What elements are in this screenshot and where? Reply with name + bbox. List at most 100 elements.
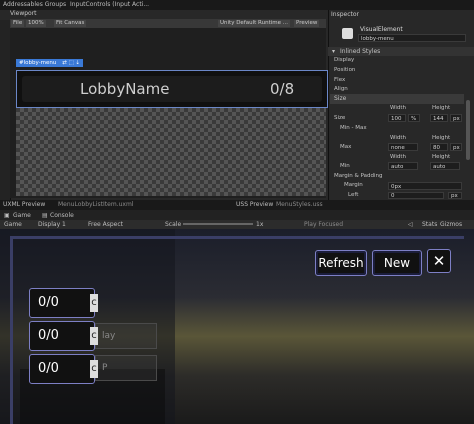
- new-button[interactable]: New: [372, 250, 422, 276]
- min-height-label: Height: [432, 154, 451, 160]
- slot-count-1: 0/0: [38, 295, 59, 310]
- tab-input-controls[interactable]: InputControls (Input Acti...: [70, 1, 149, 8]
- max-height-field[interactable]: 80: [430, 143, 448, 151]
- height-value: 144: [433, 116, 444, 122]
- tab-uss-preview[interactable]: USS Preview: [236, 201, 273, 208]
- margin-left-unit[interactable]: px: [448, 192, 462, 199]
- margin-left-field[interactable]: 0: [388, 192, 444, 199]
- viewport-title: Viewport: [10, 10, 37, 17]
- preview-tabs: UXML Preview MenuLobbyListItem.uxml USS …: [0, 200, 474, 210]
- selected-element-tag[interactable]: #lobby-menu ⇄ ⬚ ⇣: [16, 59, 84, 67]
- lobby-menu-element[interactable]: LobbyName 0/8: [16, 70, 328, 108]
- min-max-label: Min - Max: [340, 125, 367, 131]
- inspector-scrollbar[interactable]: [466, 100, 470, 160]
- ghost-label-2: P: [102, 363, 108, 373]
- uss-file-name: MenuStyles.uss: [276, 201, 323, 208]
- ghost-button-1: lay: [95, 323, 157, 349]
- scale-label: Scale: [165, 221, 182, 228]
- lobby-count-label: 0/8: [270, 80, 295, 98]
- tab-uxml-preview[interactable]: UXML Preview: [3, 201, 45, 208]
- lobby-list-item: LobbyName 0/8: [22, 76, 322, 102]
- max-height-value: 80: [433, 145, 440, 151]
- min-width-value: auto: [391, 164, 404, 170]
- slot-join-tab-2[interactable]: c: [90, 327, 98, 345]
- element-type-label: VisualElement: [360, 26, 403, 33]
- lobby-name-label: LobbyName: [80, 80, 170, 98]
- ghost-button-2: P: [95, 355, 157, 381]
- stats-button[interactable]: Stats: [422, 221, 437, 228]
- section-size-label: Size: [334, 95, 347, 102]
- max-height-unit[interactable]: px: [450, 143, 462, 151]
- margin-left-unit-value: px: [451, 193, 458, 199]
- selection-icons: ⇄ ⬚ ⇣: [62, 60, 81, 66]
- max-width-label: Width: [390, 135, 406, 141]
- min-height-value: auto: [433, 164, 446, 170]
- play-focused-dropdown[interactable]: Play Focused: [304, 221, 343, 228]
- margin-field[interactable]: 0px: [388, 182, 462, 190]
- ghost-label-1: lay: [102, 331, 116, 341]
- mute-icon[interactable]: ◁: [408, 221, 413, 228]
- selected-element-name: #lobby-menu: [19, 60, 57, 66]
- margin-label[interactable]: Margin: [344, 181, 363, 190]
- preview-button[interactable]: Preview: [294, 20, 320, 27]
- zoom-dropdown[interactable]: 100%: [26, 20, 46, 27]
- theme-dropdown[interactable]: Unity Default Runtime ...: [218, 20, 291, 27]
- file-menu[interactable]: File: [11, 20, 25, 27]
- slot-join-tab-1[interactable]: c: [90, 294, 98, 312]
- section-display[interactable]: Display: [334, 56, 354, 65]
- game-tab-bar: ▣ Game ▤ Console: [0, 210, 474, 220]
- display-dropdown[interactable]: Display 1: [38, 221, 66, 228]
- inlined-styles-header[interactable]: ▾ Inlined Styles: [328, 47, 474, 56]
- max-width-field[interactable]: none: [388, 143, 418, 151]
- lobby-slot-1[interactable]: 0/0 c: [29, 288, 98, 318]
- gizmos-button[interactable]: Gizmos: [440, 221, 462, 228]
- width-unit[interactable]: %: [408, 114, 420, 122]
- margin-value: 0px: [391, 184, 402, 190]
- foldout-arrow-icon: ▾: [332, 48, 336, 55]
- scale-slider[interactable]: [183, 223, 253, 225]
- lobby-slot-2[interactable]: 0/0 c: [29, 321, 98, 351]
- fit-canvas-button[interactable]: Fit Canvas: [54, 20, 87, 27]
- close-icon[interactable]: ✕: [427, 249, 451, 273]
- max-height-label: Height: [432, 135, 451, 141]
- inspector-title: Inspector: [331, 11, 359, 18]
- section-flex[interactable]: Flex: [334, 76, 345, 85]
- slot-join-tab-3[interactable]: c: [90, 360, 98, 378]
- section-size[interactable]: Size: [330, 94, 464, 104]
- game-toolbar: Game Display 1 Free Aspect Scale 1x Play…: [0, 220, 474, 229]
- refresh-button[interactable]: Refresh: [315, 250, 367, 276]
- tab-game[interactable]: Game: [13, 212, 31, 219]
- size-label: Size: [334, 115, 346, 121]
- aspect-dropdown[interactable]: Free Aspect: [88, 221, 123, 228]
- height-unit[interactable]: px: [450, 114, 462, 122]
- min-width-label: Width: [390, 154, 406, 160]
- width-field[interactable]: 100: [388, 114, 406, 122]
- tab-addressables-groups[interactable]: Addressables Groups: [3, 1, 66, 8]
- section-position[interactable]: Position: [334, 66, 355, 75]
- visual-element-icon: [342, 28, 353, 39]
- margin-padding-section[interactable]: Margin & Padding: [334, 172, 383, 181]
- width-unit-value: %: [411, 116, 417, 122]
- element-name-field[interactable]: lobby-menu: [358, 34, 466, 42]
- game-tab-icon: ▣: [4, 212, 10, 219]
- height-label: Height: [432, 105, 451, 111]
- game-view-dropdown[interactable]: Game: [4, 221, 22, 228]
- min-height-field[interactable]: auto: [430, 162, 460, 170]
- section-align[interactable]: Align: [334, 85, 348, 94]
- width-value: 100: [391, 116, 402, 122]
- max-height-unit-value: px: [453, 145, 460, 151]
- lobby-slot-3[interactable]: 0/0 c: [29, 354, 98, 384]
- height-unit-value: px: [453, 116, 460, 122]
- max-width-value: none: [391, 145, 405, 151]
- slot-count-2: 0/0: [38, 328, 59, 343]
- min-label: Min: [340, 163, 350, 169]
- console-tab-icon: ▤: [42, 212, 48, 219]
- slot-count-3: 0/0: [38, 361, 59, 376]
- height-field[interactable]: 144: [430, 114, 448, 122]
- min-width-field[interactable]: auto: [388, 162, 418, 170]
- scale-value: 1x: [256, 221, 264, 228]
- margin-left-value: 0: [391, 193, 395, 199]
- element-name-value: lobby-menu: [361, 36, 394, 42]
- tab-console[interactable]: Console: [50, 212, 74, 219]
- viewport-toolbar: File 100% Fit Canvas Unity Default Runti…: [10, 19, 326, 28]
